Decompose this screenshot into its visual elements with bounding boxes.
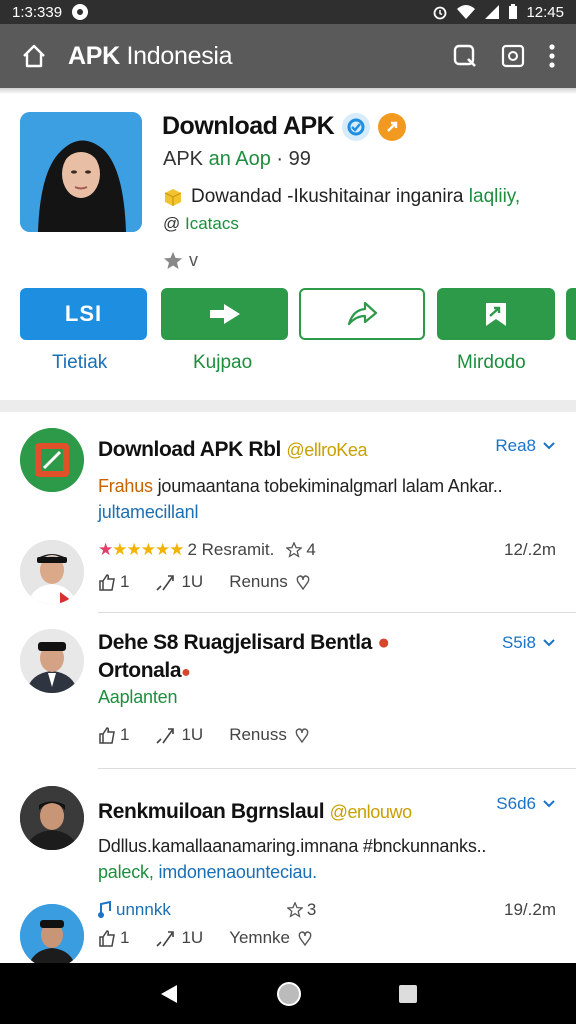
app-header: Download APK APK an Aop · 99 Dowandad -I… [0,94,576,400]
post-title[interactable]: Renkmuiloan Bgrnslaul @enlouwo [98,800,412,824]
search-icon[interactable] [452,43,478,69]
home-nav-icon[interactable] [275,980,303,1008]
like-button[interactable]: 1 [98,928,129,948]
list-item: Download APK Rbl @ellroKea Rea8 Frahus j… [0,412,576,612]
chevron-down-icon [543,442,555,450]
post-title-line-2[interactable]: Ortonala● [98,659,191,683]
post-actions: 1 1U Renuss [98,725,309,745]
star-outline-icon [286,542,303,558]
status-time-left: 1:3:339 [12,3,63,21]
comment-button[interactable]: 1U [155,572,203,592]
post-count[interactable]: S5i8 [502,633,556,653]
avatar[interactable] [20,786,84,850]
star-icon [164,251,182,269]
like-button[interactable]: 1 [98,725,129,745]
post-body: Frahus joumaantana tobekiminalgmarl lala… [98,476,503,496]
reply-icon [156,728,175,744]
thumbs-up-icon [99,727,115,744]
post-count[interactable]: S6d6 [496,794,556,814]
post-title[interactable]: Download APK Rbl @ellroKea [98,438,368,462]
post-title[interactable]: Dehe S8 Ruagjelisard Bentla ● [98,631,390,655]
app-description: Dowandad -Ikushitainar inganira laqliiy, [163,186,520,208]
app-bar: APK Indonesia [0,24,576,88]
post-body: Ddllus.kamallaanamaring.imnana #bnckunna… [98,836,487,856]
more-actions-button[interactable] [566,288,576,340]
save-button[interactable] [437,288,555,340]
post-actions: 1 1U Renuns [98,572,310,592]
post-body-link[interactable]: jultamecillanl [98,502,198,523]
app-icon-image[interactable] [20,112,142,232]
save-caption: Mirdodo [457,352,526,373]
app-title-heading: Download APK [162,112,407,141]
thumbs-up-icon [99,574,115,591]
music-note-icon [98,901,111,918]
post-body-link[interactable]: paleck, imdonenaounteciau. [98,862,317,883]
tabs-icon[interactable] [500,43,526,69]
alarm-icon [434,6,447,20]
comment-button[interactable]: 1U [155,725,203,745]
send-arrow-icon [347,301,378,326]
status-time-right: 12:45 [526,3,564,21]
post-meta: ★★★★★★ 2 Resramit. 4 12/.2m [98,540,556,559]
home-icon [23,44,45,68]
back-icon[interactable] [157,982,181,1006]
fire-badge-icon [378,112,407,141]
thumbs-up-icon [99,930,115,947]
like-button[interactable]: 1 [98,572,129,592]
app-title: APK Indonesia [68,41,233,70]
star-outline-icon [286,902,303,918]
app-subtitle: APK an Aop · 99 [163,148,311,170]
renuss-button[interactable]: Renuss [229,725,309,745]
post-count[interactable]: Rea8 [495,436,556,456]
list-item: Dehe S8 Ruagjelisard Bentla ● Ortonala● … [0,613,576,767]
post-app-icon[interactable] [20,428,84,492]
verified-icon [342,112,371,141]
recents-icon[interactable] [397,983,419,1005]
avatar[interactable] [20,629,84,693]
post-actions: 1 1U Yemnke [98,928,312,948]
comment-button[interactable]: 1U [155,928,203,948]
renuns-button[interactable]: Renuns [229,572,310,592]
share-button[interactable] [161,288,288,340]
bookmark-arrow-icon [486,303,506,326]
primary-action-caption: Tietiak [52,352,108,373]
status-bar: 1:3:339 12:45 [0,0,576,24]
reply-icon [156,575,175,591]
post-body: Aaplanten [98,687,178,707]
forward-arrow-icon [209,304,240,324]
avatar[interactable] [20,540,84,604]
notification-icon [72,4,89,20]
signal-icon [485,5,500,19]
rating-stars: ★★★★★★ [98,540,184,559]
app-tag[interactable]: @ Icatacs [163,214,239,234]
section-divider [0,400,576,412]
send-button[interactable] [299,288,425,340]
box-icon [164,189,182,206]
wifi-icon [457,5,476,19]
primary-action-button[interactable]: LSI [20,288,147,340]
share-caption: Kujpao [193,352,253,373]
home-button[interactable] [0,24,68,88]
reply-icon [156,931,175,947]
battery-icon [509,4,518,19]
post-separator [98,768,576,769]
system-nav-bar [0,963,576,1024]
chevron-down-icon [543,639,555,647]
yemnke-button[interactable]: Yemnke [229,928,312,948]
heart-icon [295,728,309,743]
heart-icon [298,931,312,946]
list-item: Renkmuiloan Bgrnslaul @enlouwo S6d6 Ddll… [0,770,576,963]
post-meta: unnnkk 3 19/.2m [98,900,556,920]
chevron-down-icon [543,800,555,808]
more-options-icon[interactable] [548,43,556,69]
heart-icon [296,575,310,590]
app-rating: v [163,250,198,271]
avatar[interactable] [20,904,84,963]
